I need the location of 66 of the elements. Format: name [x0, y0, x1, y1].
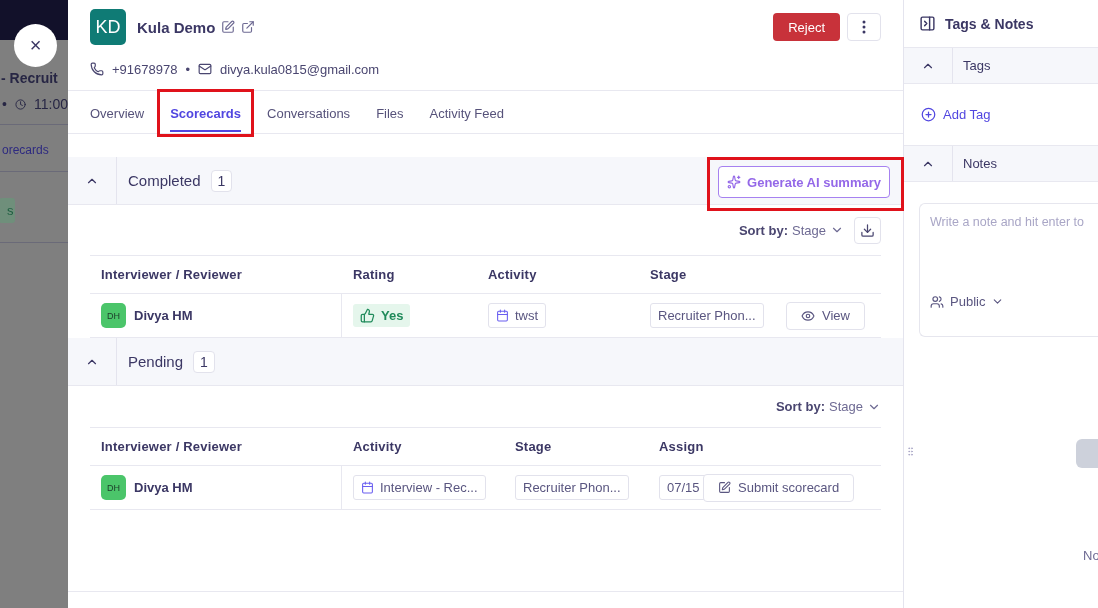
count-badge: 1	[210, 169, 233, 192]
add-tag-link[interactable]: Add Tag	[921, 107, 991, 122]
reject-button[interactable]: Reject	[773, 13, 840, 41]
activity-chip: Interview - Rec...	[353, 475, 486, 500]
candidate-name: Kula Demo	[137, 18, 216, 36]
view-button[interactable]: View	[786, 301, 865, 330]
tab[interactable]: Conversations	[257, 92, 361, 134]
rating-badge: Yes	[353, 304, 411, 327]
separator-dot: •	[185, 61, 190, 77]
tab[interactable]: Activity Feed	[419, 92, 514, 134]
column-header: Interviewer / Reviewer	[101, 267, 242, 282]
drag-handle-icon[interactable]	[905, 446, 916, 457]
column-header: Activity	[353, 439, 402, 454]
reviewer-avatar: DH	[101, 475, 126, 500]
clock-icon	[14, 96, 26, 112]
candidate-avatar: KD	[90, 9, 126, 45]
reviewer-avatar: DH	[101, 303, 126, 328]
panel-collapse-icon[interactable]	[919, 15, 936, 32]
more-icon	[862, 20, 866, 34]
stage-chip: Recruiter Phon...	[650, 303, 764, 328]
reviewer-name: Divya HM	[134, 480, 193, 495]
submit-scorecard-button[interactable]: Submit scorecard	[703, 473, 855, 502]
note-field[interactable]: Write a note and hit enter to Public	[919, 203, 1098, 337]
sort-dropdown[interactable]: Sort by: Stage	[775, 399, 881, 414]
mail-icon	[198, 62, 212, 76]
more-button[interactable]	[847, 13, 881, 41]
edit-icon	[718, 481, 731, 494]
calendar-icon	[496, 309, 509, 322]
sort-dropdown[interactable]: Sort by: Stage	[738, 222, 844, 238]
phone-icon	[90, 62, 104, 76]
section-title: Pending	[128, 353, 184, 370]
tab[interactable]: Files	[366, 92, 414, 134]
time-text: 11:00	[34, 96, 68, 112]
thumbs-up-icon	[360, 308, 375, 323]
sparkles-icon	[727, 175, 742, 189]
stage-chip: Recruiter Phon...	[515, 475, 629, 500]
column-header: Rating	[353, 267, 395, 282]
section-title: Tags	[963, 58, 991, 73]
visibility-dropdown[interactable]: Public	[930, 294, 1005, 309]
reviewer-name: Divya HM	[134, 308, 193, 323]
plus-icon	[921, 107, 936, 122]
download-icon	[860, 222, 875, 238]
phone-number: +91678978	[112, 61, 178, 77]
count-badge: 1	[193, 350, 215, 373]
calendar-icon	[361, 481, 374, 494]
separator-dot: •	[2, 96, 7, 112]
tab[interactable]: Scorecards	[160, 92, 251, 134]
panel-title: Tags & Notes	[945, 15, 1034, 32]
eye-icon	[801, 308, 815, 323]
column-header: Interviewer / Reviewer	[101, 439, 242, 454]
activity-chip: twst	[488, 303, 547, 328]
download-button[interactable]	[854, 216, 881, 244]
column-header: Stage	[650, 267, 687, 282]
email-address: divya.kula0815@gmail.com	[220, 61, 380, 77]
column-header: Assign	[659, 439, 704, 454]
tab[interactable]: Overview	[80, 92, 155, 134]
column-header: Activity	[488, 267, 537, 282]
status-badge: s	[0, 198, 15, 223]
section-title: Completed	[128, 172, 201, 189]
section-title: Notes	[963, 156, 997, 171]
external-link-icon[interactable]	[241, 20, 256, 34]
generate-summary-button[interactable]: Generate AI summary	[718, 166, 890, 198]
users-icon	[930, 294, 944, 309]
column-header: Stage	[515, 439, 552, 454]
page-title: - Recruit	[1, 70, 58, 86]
edit-icon[interactable]	[221, 20, 236, 34]
